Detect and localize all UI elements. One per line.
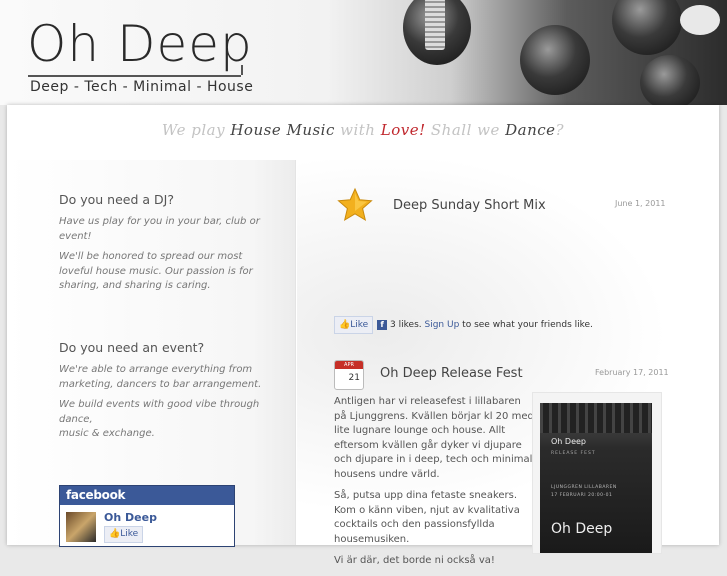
post-body: Antligen har vi releasefest i lillabaren… (334, 395, 534, 576)
mixer-knob-image (640, 55, 700, 105)
post-paragraph: Vi är där, det borde ni också va! (334, 555, 495, 566)
facebook-icon: f (377, 319, 388, 330)
poster-subtitle: RELEASE FEST (551, 451, 596, 456)
page-avatar[interactable] (66, 512, 96, 542)
logo-underline (241, 65, 243, 75)
signup-link[interactable]: Sign Up (425, 320, 460, 330)
facebook-like-row: 👍Like f 3 likes. Sign Up to see what your… (334, 316, 593, 334)
dj-text: Have us play for you in your bar, club o… (59, 216, 260, 242)
event-text: We build events with good vibe through d… (59, 398, 264, 442)
event-text: We're able to arrange everything from ma… (59, 364, 262, 390)
facebook-page-name[interactable]: Oh Deep (104, 511, 157, 524)
site-logo[interactable]: Oh Deep (27, 14, 253, 74)
facebook-brand: facebook (60, 486, 234, 505)
post-date: June 1, 2011 (615, 199, 666, 208)
event-text-line: We build events with good vibe through d… (59, 399, 260, 425)
post-date: February 17, 2011 (595, 368, 669, 377)
thumbs-up-icon: 👍 (339, 320, 351, 330)
post-paragraph: Antligen har vi releasefest i lillabaren… (334, 396, 534, 480)
post-title[interactable]: Deep Sunday Short Mix (393, 198, 546, 213)
mixer-knob-image (425, 0, 445, 50)
site-tagline: Deep - Tech - Minimal - House (30, 79, 254, 95)
sidebar: Do you need a DJ? Have us play for you i… (7, 160, 296, 547)
mixer-knob-image (520, 25, 590, 95)
site-motto: We play House Music with Love! Shall we … (7, 121, 719, 139)
content-page: We play House Music with Love! Shall we … (7, 105, 719, 566)
thumbs-up-icon: 👍 (109, 529, 121, 539)
dj-heading: Do you need a DJ? (59, 192, 174, 207)
like-label: Like (350, 320, 369, 330)
calendar-day: 21 (348, 373, 360, 383)
post-paragraph: Så, putsa upp dina fetaste sneakers. Kom… (334, 490, 520, 545)
poster-title: Oh Deep (551, 437, 586, 446)
mixer-knob-image (612, 0, 682, 55)
poster-datetime: 17 FEBRUARI 20:00-01 (551, 493, 613, 498)
dj-text: We'll be honored to spread our most love… (59, 251, 253, 291)
mixer-knob-image (680, 5, 720, 35)
motto-text: We play (161, 121, 231, 139)
poster-venue: LJUNGGREN LILLABAREN (551, 485, 617, 490)
motto-text: Love! (380, 121, 426, 139)
calendar-icon: APR 21 (334, 360, 364, 390)
poster-brand: Oh Deep (551, 521, 613, 537)
facebook-like-box: facebook Oh Deep 👍Like (59, 485, 235, 547)
motto-text: Shall we (425, 121, 506, 139)
site-header: Oh Deep Deep - Tech - Minimal - House (0, 0, 727, 105)
event-text-line: music & exchange. (59, 428, 155, 439)
like-label: Like (120, 529, 139, 539)
motto-text: ? (555, 121, 565, 139)
star-icon (337, 187, 373, 222)
post-title[interactable]: Oh Deep Release Fest (380, 366, 523, 381)
facebook-like-button[interactable]: 👍Like (104, 526, 144, 543)
motto-text: House Music (230, 121, 335, 139)
motto-text: Dance (505, 121, 556, 139)
calendar-month: APR (335, 361, 363, 369)
poster-speaker-graphic (540, 403, 652, 433)
facebook-like-button[interactable]: 👍Like (334, 316, 374, 334)
motto-text: with (334, 121, 381, 139)
event-heading: Do you need an event? (59, 340, 205, 355)
like-friends-text: to see what your friends like. (462, 320, 593, 330)
event-poster-image[interactable]: Oh Deep RELEASE FEST LJUNGGREN LILLABARE… (540, 403, 652, 553)
like-count: 3 likes. (390, 320, 422, 330)
logo-underline (28, 75, 241, 77)
